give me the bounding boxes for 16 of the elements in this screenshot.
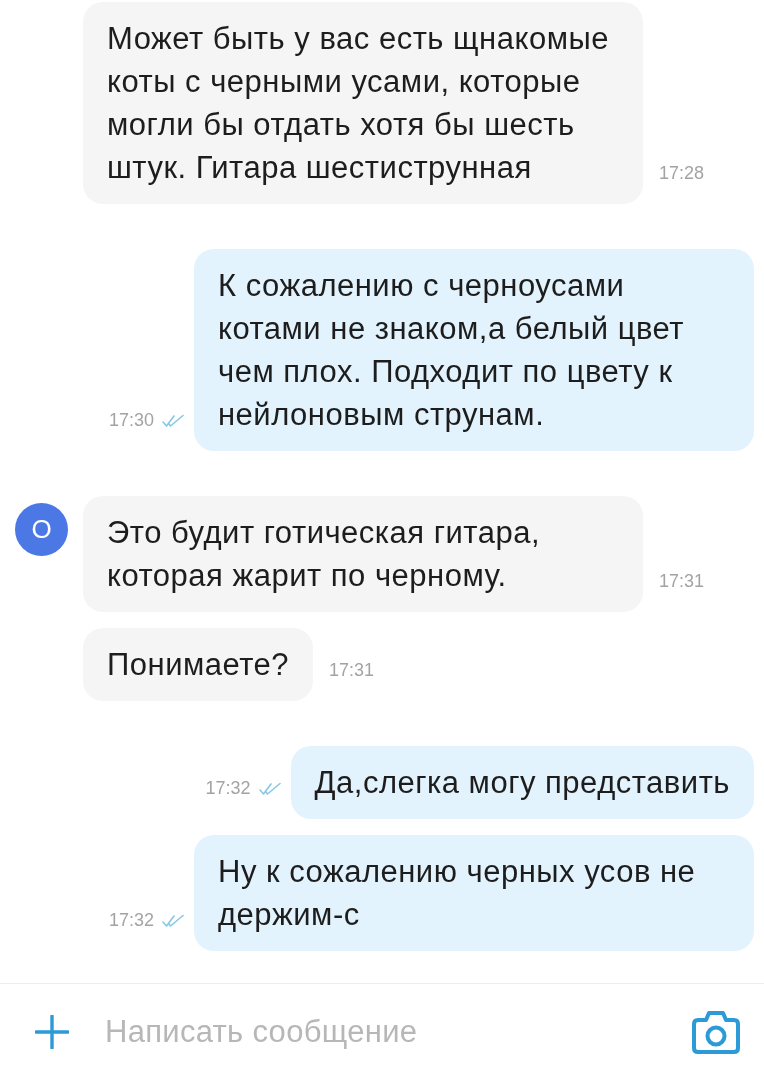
- message-bubble: Может быть у вас есть щнакомые коты с черными усами, которые могли бы отдать хотя бы шесть штук. Гитара шестиструнная: [83, 2, 643, 204]
- camera-icon[interactable]: [692, 1010, 740, 1054]
- message-time: 17:30: [108, 410, 154, 431]
- message-time: 17:32: [108, 910, 154, 931]
- message-bubble: Ну к сожалению черных усов не держим-с: [194, 835, 754, 951]
- message-bubble: Понимаете?: [83, 628, 314, 701]
- plus-icon[interactable]: [35, 1015, 69, 1049]
- message-time: 17:31: [329, 660, 375, 681]
- message-input[interactable]: Написать сообщение: [105, 1010, 672, 1054]
- message-bubble: Да,слегка могу представить: [290, 746, 754, 819]
- avatar[interactable]: О: [15, 503, 68, 556]
- message-time: 17:28: [659, 163, 705, 184]
- message-bubble: Это будит готическая гитара, которая жарит по черному.: [83, 496, 643, 612]
- message-time: 17:31: [659, 571, 705, 592]
- message-time: 17:32: [205, 778, 251, 799]
- message-bubble: К сожалению с черноусами котами не знаком,а белый цвет чем плох. Подходит по цвету к нейлоновым струнам.: [194, 249, 754, 451]
